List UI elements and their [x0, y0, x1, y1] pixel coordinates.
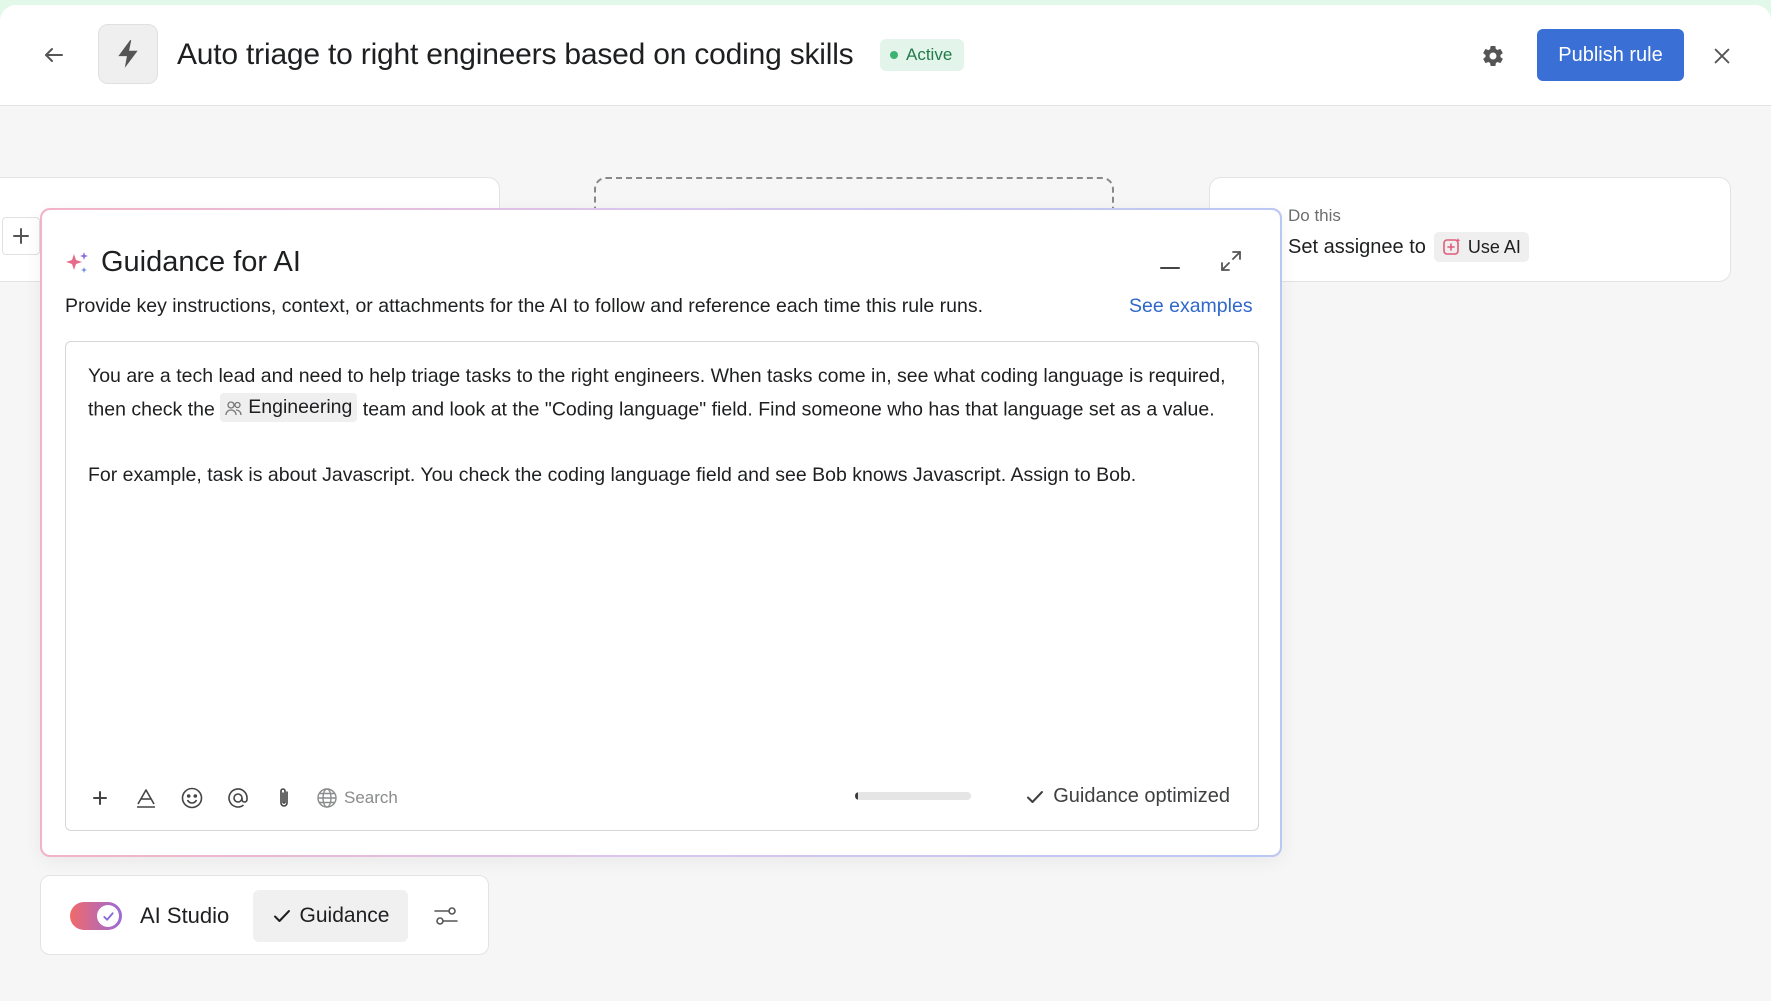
guidance-paragraph: You are a tech lead and need to help tri… [88, 360, 1238, 427]
action-description: Set assignee to Use AI [1288, 232, 1529, 262]
checkmark-icon [273, 910, 290, 922]
status-label: Active [906, 45, 953, 64]
minimize-button[interactable] [1155, 246, 1185, 276]
guidance-paragraph: For example, task is about Javascript. Y… [88, 463, 1137, 486]
paragraph-text: team and look at the "Coding language" f… [362, 398, 1215, 421]
globe-icon [317, 788, 337, 808]
sparkle-icon [66, 252, 88, 273]
panel-description: Provide key instructions, context, or at… [65, 295, 984, 317]
action-card[interactable]: Do this Set assignee to Use AI [1209, 177, 1731, 282]
arrow-left-icon [45, 48, 63, 62]
team-mention-chip[interactable]: Engineering [220, 393, 358, 422]
guidance-button[interactable]: Guidance [253, 890, 408, 942]
gear-icon [1483, 45, 1503, 67]
settings-button[interactable] [1478, 41, 1508, 71]
emoji-button[interactable] [178, 784, 206, 812]
status-dot [890, 51, 898, 59]
optimized-label: Guidance optimized [1053, 785, 1230, 807]
minimize-icon [1160, 267, 1180, 269]
web-search-button[interactable]: Search [316, 787, 398, 809]
text-format-button[interactable] [132, 784, 160, 812]
checkmark-icon [102, 911, 114, 921]
action-text: Set assignee to [1288, 235, 1426, 258]
guidance-for-ai-panel: Guidance for AI Provide key instructions… [40, 208, 1282, 857]
see-examples-link[interactable]: See examples [1129, 295, 1253, 318]
guidance-text[interactable]: You are a tech lead and need to help tri… [88, 360, 1238, 524]
web-search-label: Search [344, 788, 398, 807]
guidance-optimized-status: Guidance optimized [1025, 785, 1230, 808]
ai-settings-button[interactable] [431, 901, 461, 931]
editor-toolbar: Search [86, 780, 398, 816]
plus-icon [93, 791, 107, 805]
publish-rule-button[interactable]: Publish rule [1537, 29, 1684, 81]
at-sign-icon [228, 788, 248, 808]
toggle-knob [97, 905, 119, 927]
emoji-icon [181, 787, 203, 809]
text-format-icon [137, 789, 155, 808]
insert-button[interactable] [86, 784, 114, 812]
close-button[interactable] [1707, 41, 1737, 71]
ai-studio-toggle[interactable] [70, 902, 122, 930]
guidance-editor[interactable]: You are a tech lead and need to help tri… [65, 341, 1259, 831]
ai-studio-label: AI Studio [140, 903, 230, 928]
add-step-button[interactable] [2, 217, 40, 255]
lightning-bolt-icon [118, 40, 138, 68]
guidance-progress-bar [855, 792, 971, 800]
use-ai-label: Use AI [1467, 236, 1521, 257]
guidance-button-label: Guidance [299, 904, 390, 927]
panel-title: Guidance for AI [101, 246, 301, 278]
app-frame: Auto triage to right engineers based on … [0, 5, 1771, 1001]
use-ai-chip[interactable]: Use AI [1433, 232, 1529, 262]
rule-header: Auto triage to right engineers based on … [0, 5, 1771, 106]
ai-studio-bar: AI Studio Guidance [40, 875, 489, 955]
back-button[interactable] [38, 39, 70, 71]
checkmark-icon [1027, 790, 1044, 803]
expand-button[interactable] [1216, 246, 1246, 276]
expand-icon [1221, 251, 1241, 271]
action-card-label: Do this [1288, 206, 1341, 225]
guidance-progress-fill [855, 792, 859, 800]
mention-button[interactable] [224, 784, 252, 812]
page-title: Auto triage to right engineers based on … [177, 38, 854, 71]
paperclip-icon [280, 788, 288, 807]
plus-icon [13, 228, 29, 244]
rule-type-icon [98, 24, 158, 84]
team-chip-label: Engineering [248, 396, 353, 418]
sliders-icon [434, 907, 458, 925]
team-icon [225, 400, 242, 415]
ai-sparkle-square-icon [1443, 238, 1461, 255]
status-badge: Active [880, 39, 965, 71]
attach-button[interactable] [270, 784, 298, 812]
close-icon [1714, 48, 1730, 64]
